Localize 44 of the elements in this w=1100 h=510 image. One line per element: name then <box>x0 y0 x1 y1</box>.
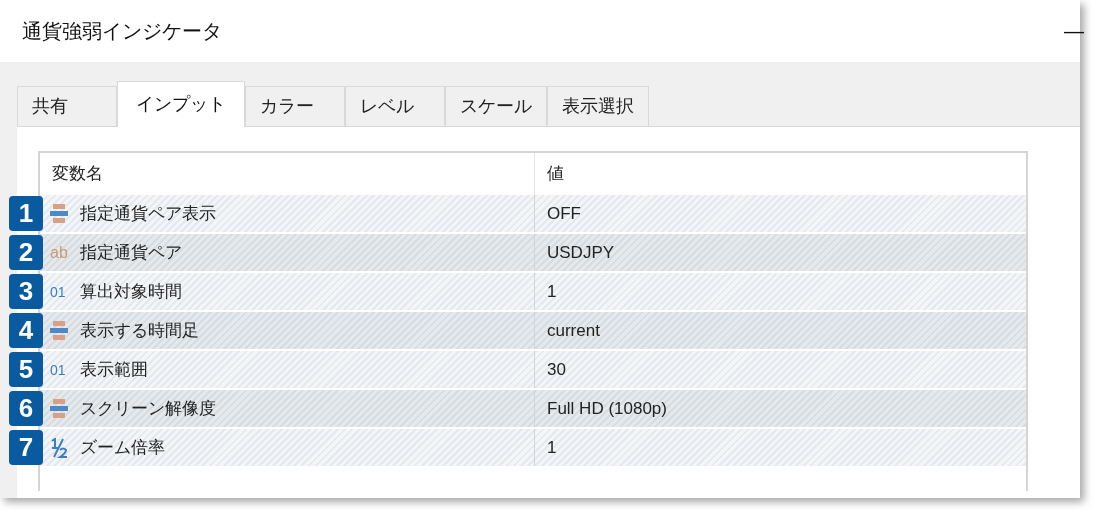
tab[interactable]: 共有 <box>17 86 117 126</box>
window-title: 通貨強弱インジケータ <box>22 19 222 44</box>
table-cell-text: 指定通貨ペア <box>80 241 182 264</box>
table-cell-text: 指定通貨ペア表示 <box>80 202 216 225</box>
minimize-button[interactable]: — <box>1064 16 1084 46</box>
table-row[interactable]: ab 指定通貨ペア USDJPY <box>40 234 1026 271</box>
number-badge: 2 <box>9 235 43 270</box>
table-row[interactable]: ズーム倍率 1 <box>40 429 1026 466</box>
tab[interactable]: インプット <box>117 81 245 127</box>
table-cell-text: 1 <box>546 436 557 459</box>
table-row[interactable]: 01 算出対象時間 1 <box>40 273 1026 310</box>
number-badge: 4 <box>9 313 43 348</box>
number-badge: 7 <box>9 430 43 465</box>
table-cell-text: 30 <box>546 358 566 381</box>
list-icon <box>50 319 68 342</box>
table-cell-text: 表示する時間足 <box>80 319 199 342</box>
number-badge: 3 <box>9 274 43 309</box>
number-badge: 1 <box>9 196 43 231</box>
table-cell-text: スクリーン解像度 <box>80 397 216 420</box>
table-cell-text: OFF <box>546 202 581 225</box>
table-cell-text: current <box>546 319 600 342</box>
table-cell-text: ズーム倍率 <box>80 436 165 459</box>
number-type-icon: 01 <box>50 284 68 299</box>
table-row[interactable]: スクリーン解像度 Full HD (1080p) <box>40 390 1026 427</box>
tab[interactable]: 表示選択 <box>547 86 649 126</box>
number-badge: 5 <box>9 352 43 387</box>
table-row[interactable]: 表示する時間足 current <box>40 312 1026 349</box>
column-header: 値 <box>546 163 564 186</box>
tab[interactable]: レベル <box>345 86 445 126</box>
number-badge: 6 <box>9 391 43 426</box>
tab[interactable]: カラー <box>245 86 345 126</box>
tab[interactable]: スケール <box>445 86 547 126</box>
fraction-icon <box>50 437 68 458</box>
list-icon <box>50 202 68 225</box>
text-type-icon: ab <box>50 244 68 261</box>
table-cell-text: Full HD (1080p) <box>546 397 667 420</box>
table-cell-text: 1 <box>546 280 557 303</box>
list-icon <box>50 397 68 420</box>
table-cell-text: USDJPY <box>546 241 615 264</box>
table-row[interactable]: 指定通貨ペア表示 OFF <box>40 195 1026 232</box>
number-type-icon: 01 <box>50 362 68 377</box>
table-row[interactable]: 01 表示範囲 30 <box>40 351 1026 388</box>
table-cell-text: 表示範囲 <box>80 358 148 381</box>
table-cell-text: 算出対象時間 <box>80 280 182 303</box>
